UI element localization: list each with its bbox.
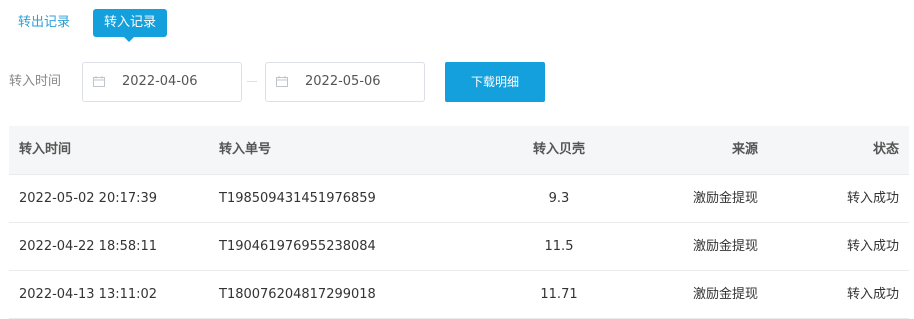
date-range-separator	[247, 81, 257, 82]
row-number: T198509431451976859	[219, 191, 376, 206]
end-date-value: 2022-05-06	[305, 74, 381, 89]
download-details-button[interactable]: 下载明细	[445, 62, 545, 102]
end-date-picker[interactable]: 2022-05-06	[265, 62, 425, 102]
row-amount: 9.3	[548, 191, 570, 206]
filter-label: 转入时间	[9, 74, 62, 89]
row-source: 激励金提现	[692, 287, 758, 302]
header-status: 状态	[872, 142, 899, 157]
start-date-value: 2022-04-06	[122, 74, 198, 89]
calendar-icon	[93, 76, 105, 87]
table-row: 2022-04-22 18:58:11 T190461976955238084 …	[9, 223, 909, 271]
header-source: 来源	[731, 142, 758, 157]
row-status: 转入成功	[846, 239, 899, 254]
row-time: 2022-04-22 18:58:11	[19, 239, 158, 254]
tab-transfer-in[interactable]: 转入记录	[93, 9, 167, 42]
calendar-icon	[276, 76, 288, 87]
row-time: 2022-05-02 20:17:39	[19, 191, 158, 206]
tab-active-caret	[124, 37, 134, 42]
row-amount: 11.71	[540, 287, 578, 302]
tab-transfer-in-label: 转入记录	[103, 15, 156, 30]
row-status: 转入成功	[846, 191, 899, 206]
start-date-picker[interactable]: 2022-04-06	[82, 62, 242, 102]
row-source: 激励金提现	[692, 239, 758, 254]
row-amount: 11.5	[544, 239, 574, 254]
header-amount: 转入贝壳	[532, 142, 585, 157]
table-header: 转入时间 转入单号 转入贝壳 来源 状态	[9, 126, 909, 175]
row-status: 转入成功	[846, 287, 899, 302]
table-row: 2022-05-02 20:17:39 T198509431451976859 …	[9, 175, 909, 223]
row-source: 激励金提现	[692, 191, 758, 206]
header-time: 转入时间	[19, 142, 72, 157]
transfer-in-table: 转入时间 转入单号 转入贝壳 来源 状态 2022-05-02 20:17:39…	[9, 126, 909, 319]
tab-transfer-out[interactable]: 转出记录	[18, 13, 70, 33]
row-number: T190461976955238084	[219, 239, 376, 254]
header-number: 转入单号	[219, 142, 272, 157]
row-number: T180076204817299018	[219, 287, 376, 302]
table-row: 2022-04-13 13:11:02 T180076204817299018 …	[9, 271, 909, 319]
row-time: 2022-04-13 13:11:02	[19, 287, 158, 302]
